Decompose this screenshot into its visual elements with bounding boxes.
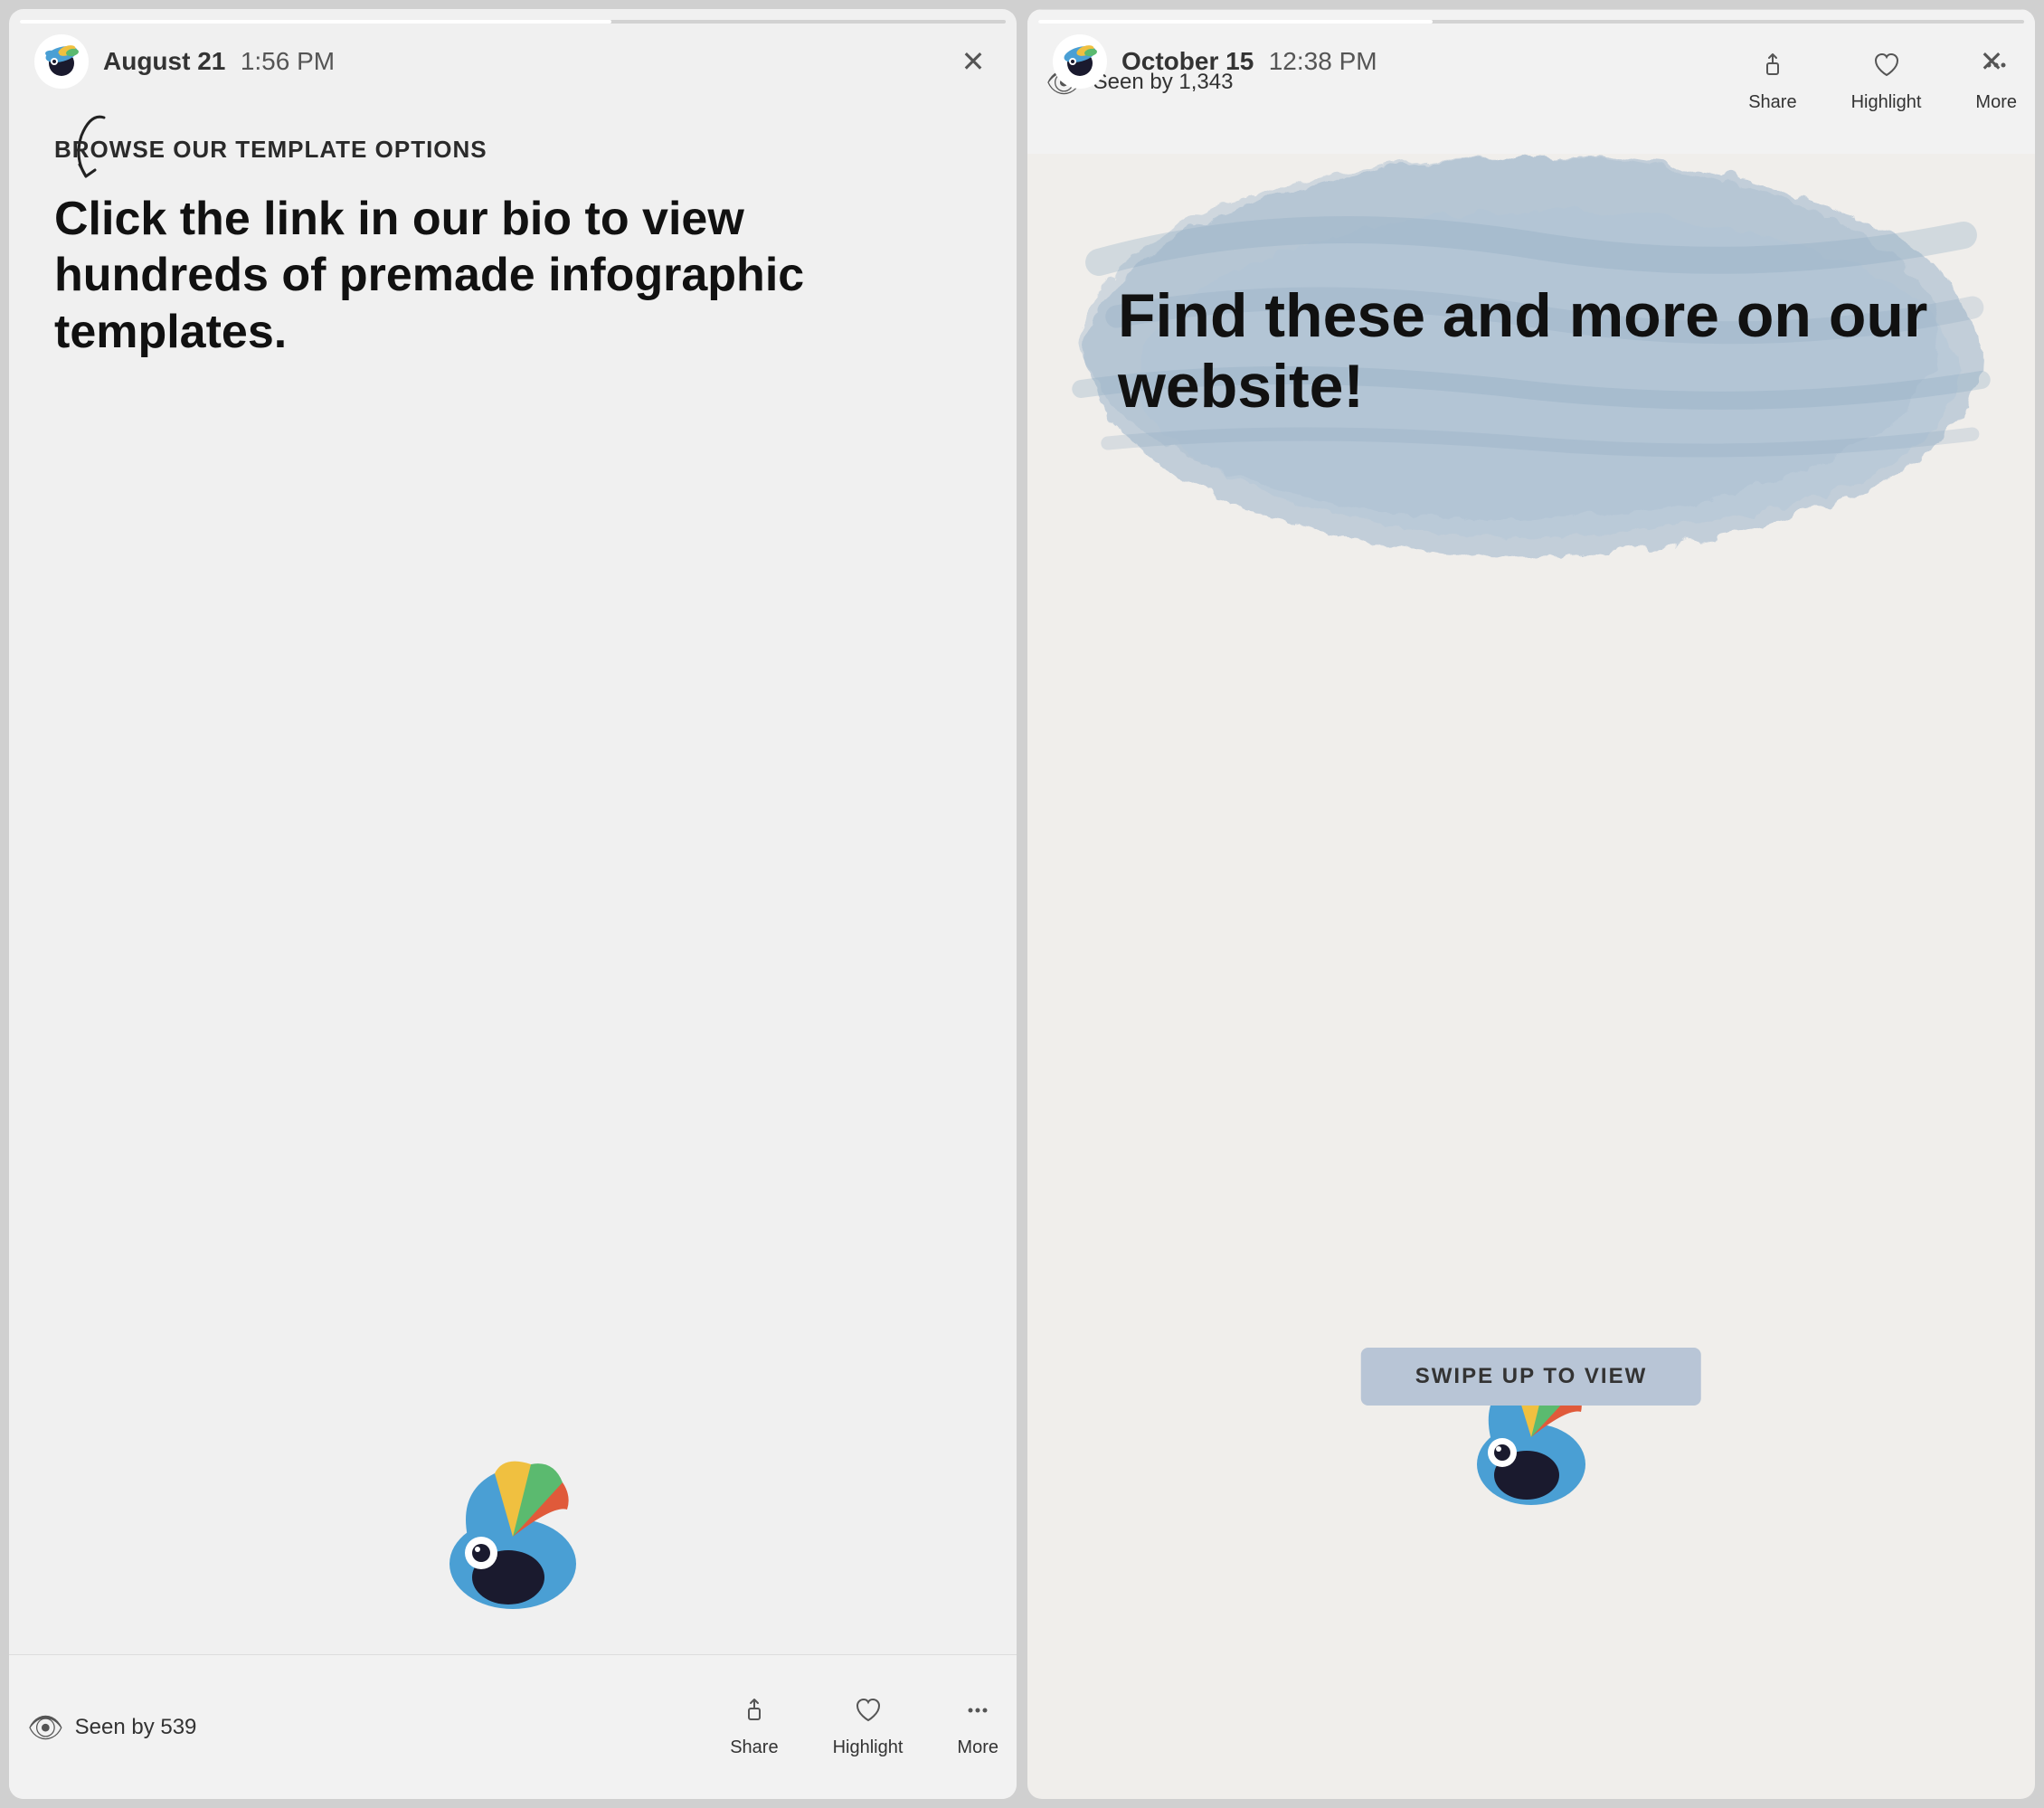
story1-time: 1:56 PM	[241, 47, 335, 75]
chameleon-logo-small-1	[34, 34, 89, 89]
avatar-1	[34, 34, 89, 89]
chameleon-logo-small-2	[1053, 34, 1107, 89]
story2-time: 12:38 PM	[1269, 47, 1377, 75]
story1-seen-text: Seen by 539	[75, 1715, 197, 1740]
story1-highlight-button[interactable]: Highlight	[833, 1696, 904, 1758]
story1-date: August 21	[103, 47, 225, 75]
more-icon-1	[963, 1696, 992, 1732]
story-card-2: October 15 12:38 PM ✕	[1027, 9, 2035, 1799]
story2-date: October 15	[1121, 47, 1254, 75]
story-card-1: August 21 1:56 PM ✕ BROWSE OUR TEMPLATE …	[9, 9, 1017, 1799]
story1-body: Click the link in our bio to view hundre…	[54, 191, 971, 360]
story1-more-label: More	[957, 1737, 998, 1758]
story1-close-button[interactable]: ✕	[955, 43, 991, 80]
story2-close-button[interactable]: ✕	[1973, 43, 2010, 80]
share-icon-1	[740, 1696, 769, 1732]
story1-footer-actions: Share Highlight	[208, 1696, 998, 1758]
app-container: August 21 1:56 PM ✕ BROWSE OUR TEMPLATE …	[0, 0, 2044, 1808]
story2-body: Find these and more on our website!	[1118, 280, 1972, 421]
story1-more-button[interactable]: More	[957, 1696, 998, 1758]
story1-subheading: BROWSE OUR TEMPLATE OPTIONS	[54, 136, 971, 164]
story2-header-info: October 15 12:38 PM	[1121, 47, 1973, 76]
swipe-label: SWIPE UP TO VIEW	[1361, 1348, 1701, 1406]
story1-header-info: August 21 1:56 PM	[103, 47, 955, 76]
story1-header: August 21 1:56 PM ✕	[9, 9, 1017, 103]
story1-content: BROWSE OUR TEMPLATE OPTIONS Click the li…	[9, 9, 1017, 1654]
avatar-2	[1053, 34, 1107, 89]
heart-icon-1	[854, 1696, 883, 1732]
story1-footer: 👁 Seen by 539 Share	[9, 1654, 1017, 1799]
story1-logo-large	[413, 1446, 612, 1627]
story2-header: October 15 12:38 PM ✕	[1027, 9, 2035, 103]
story1-seen: 👁 Seen by 539	[27, 1710, 208, 1745]
chameleon-logo-large-1	[413, 1446, 612, 1627]
story1-share-label: Share	[730, 1737, 778, 1758]
eye-icon-1: 👁	[27, 1710, 64, 1745]
story1-share-button[interactable]: Share	[730, 1696, 778, 1758]
story1-highlight-label: Highlight	[833, 1737, 904, 1758]
